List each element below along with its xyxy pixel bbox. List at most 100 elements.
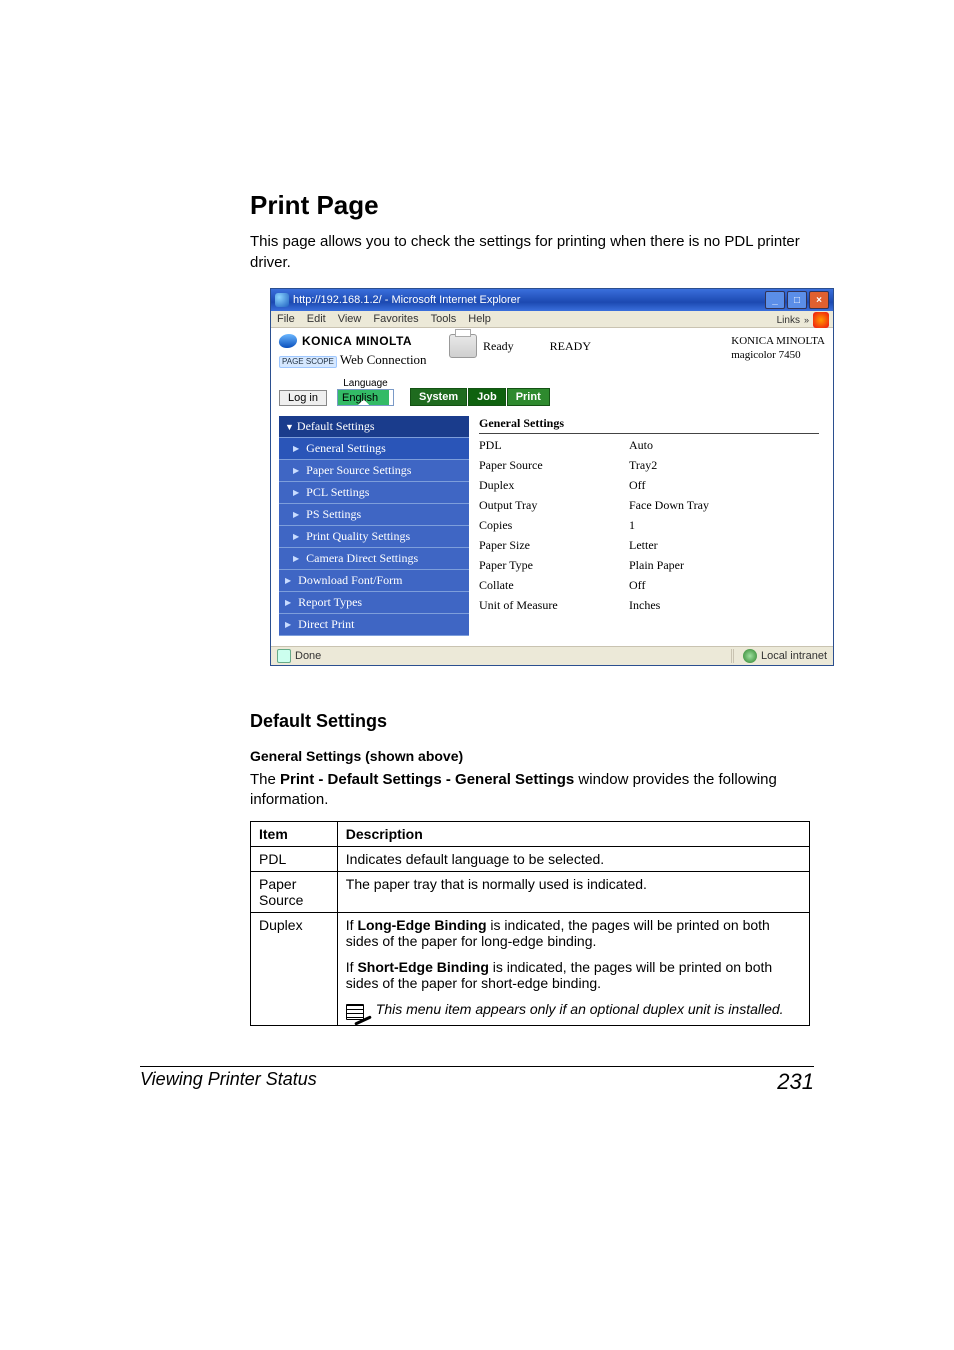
section-heading: Default Settings — [250, 711, 884, 732]
table-row: Duplex If Long-Edge Binding is indicated… — [251, 912, 810, 1025]
konica-minolta-logo-icon — [278, 334, 298, 348]
nav-default-settings[interactable]: Default Settings — [279, 416, 469, 438]
nav-report-types[interactable]: Report Types — [279, 592, 469, 614]
settings-description-table: Item Description PDL Indicates default l… — [250, 821, 810, 1026]
td-ps-desc: The paper tray that is normally used is … — [337, 871, 809, 912]
settings-panel: General Settings PDL Auto Paper Source T… — [469, 416, 825, 636]
printer-model: KONICA MINOLTA magicolor 7450 — [731, 334, 825, 363]
window-close-button[interactable]: × — [809, 291, 829, 309]
status-zone: Local intranet — [761, 650, 827, 662]
language-label: Language — [337, 378, 394, 389]
nav-print-quality-settings[interactable]: Print Quality Settings — [279, 526, 469, 548]
login-button[interactable]: Log in — [279, 390, 327, 406]
td-pdl-item: PDL — [251, 846, 338, 871]
titlebar-title: http://192.168.1.2/ - Microsoft Internet… — [293, 294, 520, 306]
row-outputtray-key: Output Tray — [479, 498, 629, 513]
chevron-right-icon[interactable]: » — [804, 315, 809, 325]
body-pre: The — [250, 771, 280, 788]
browser-menubar: File Edit View Favorites Tools Help Link… — [271, 311, 833, 328]
ie-logo-icon — [813, 312, 829, 328]
table-row: PDL Indicates default language to be sel… — [251, 846, 810, 871]
status-ready-small: Ready — [483, 339, 514, 354]
th-item: Item — [251, 821, 338, 846]
dup-p2a: If — [346, 959, 358, 975]
nav-camera-direct-settings[interactable]: Camera Direct Settings — [279, 548, 469, 570]
row-unit-val: Inches — [629, 598, 819, 613]
menu-view[interactable]: View — [338, 313, 362, 325]
row-pdl-val: Auto — [629, 438, 819, 453]
menu-favorites[interactable]: Favorites — [373, 313, 418, 325]
statusbar-separator — [731, 649, 735, 663]
row-outputtray-val: Face Down Tray — [629, 498, 819, 513]
td-pdl-desc: Indicates default language to be selecte… — [337, 846, 809, 871]
status-ready-big: READY — [550, 339, 591, 354]
row-collate-key: Collate — [479, 578, 629, 593]
section-body: The Print - Default Settings - General S… — [250, 770, 814, 811]
footer-rule — [140, 1066, 814, 1067]
row-papersize-key: Paper Size — [479, 538, 629, 553]
row-copies-val: 1 — [629, 518, 819, 533]
dup-p1b: Long-Edge Binding — [357, 917, 486, 933]
pagescope-badge: PAGE SCOPE — [279, 356, 337, 368]
tab-job[interactable]: Job — [468, 388, 506, 406]
row-collate-val: Off — [629, 578, 819, 593]
row-duplex-key: Duplex — [479, 478, 629, 493]
th-description: Description — [337, 821, 809, 846]
window-minimize-button[interactable]: _ — [765, 291, 785, 309]
section-sub: General Settings (shown above) — [250, 748, 884, 764]
settings-title: General Settings — [479, 416, 819, 434]
row-duplex-val: Off — [629, 478, 819, 493]
row-papersource-val: Tray2 — [629, 458, 819, 473]
table-row: Paper Source The paper tray that is norm… — [251, 871, 810, 912]
side-nav: Default Settings General Settings Paper … — [279, 416, 469, 636]
language-select[interactable]: English — [337, 389, 394, 406]
nav-download-font-form[interactable]: Download Font/Form — [279, 570, 469, 592]
window-maximize-button[interactable]: □ — [787, 291, 807, 309]
nav-direct-print[interactable]: Direct Print — [279, 614, 469, 636]
nav-ps-settings[interactable]: PS Settings — [279, 504, 469, 526]
model-line1: KONICA MINOLTA — [731, 334, 825, 348]
links-label[interactable]: Links — [777, 315, 800, 326]
td-duplex-desc: If Long-Edge Binding is indicated, the p… — [337, 912, 809, 1025]
body-bold: Print - Default Settings - General Setti… — [280, 771, 574, 788]
footer-left: Viewing Printer Status — [140, 1069, 317, 1095]
menu-help[interactable]: Help — [468, 313, 491, 325]
dup-p1a: If — [346, 917, 358, 933]
nav-general-settings[interactable]: General Settings — [279, 438, 469, 460]
row-papertype-val: Plain Paper — [629, 558, 819, 573]
table-header-row: Item Description — [251, 821, 810, 846]
intranet-icon — [743, 649, 757, 663]
dup-p2b: Short-Edge Binding — [357, 959, 488, 975]
tab-print[interactable]: Print — [507, 388, 550, 406]
browser-content: KONICA MINOLTA PAGE SCOPE Web Connection… — [271, 328, 833, 646]
tab-system[interactable]: System — [410, 388, 467, 406]
done-icon — [277, 649, 291, 663]
td-duplex-item: Duplex — [251, 912, 338, 1025]
duplex-note: This menu item appears only if an option… — [376, 1001, 784, 1017]
model-line2: magicolor 7450 — [731, 348, 825, 362]
nav-paper-source-settings[interactable]: Paper Source Settings — [279, 460, 469, 482]
brand-name: KONICA MINOLTA — [302, 334, 412, 348]
row-papertype-key: Paper Type — [479, 558, 629, 573]
page-intro: This page allows you to check the settin… — [250, 231, 814, 273]
browser-window: http://192.168.1.2/ - Microsoft Internet… — [270, 288, 834, 666]
ie-icon — [275, 293, 289, 307]
note-icon — [346, 1001, 370, 1021]
row-unit-key: Unit of Measure — [479, 598, 629, 613]
menu-file[interactable]: File — [277, 313, 295, 325]
row-papersource-key: Paper Source — [479, 458, 629, 473]
td-ps-item: Paper Source — [251, 871, 338, 912]
row-pdl-key: PDL — [479, 438, 629, 453]
status-done: Done — [295, 650, 321, 662]
row-copies-key: Copies — [479, 518, 629, 533]
page-heading: Print Page — [250, 190, 884, 221]
browser-statusbar: Done Local intranet — [271, 646, 833, 665]
web-connection-label: Web Connection — [340, 352, 427, 368]
footer-page-number: 231 — [777, 1069, 814, 1095]
browser-titlebar: http://192.168.1.2/ - Microsoft Internet… — [271, 289, 833, 311]
row-papersize-val: Letter — [629, 538, 819, 553]
menu-tools[interactable]: Tools — [431, 313, 457, 325]
printer-icon — [449, 334, 477, 358]
nav-pcl-settings[interactable]: PCL Settings — [279, 482, 469, 504]
menu-edit[interactable]: Edit — [307, 313, 326, 325]
